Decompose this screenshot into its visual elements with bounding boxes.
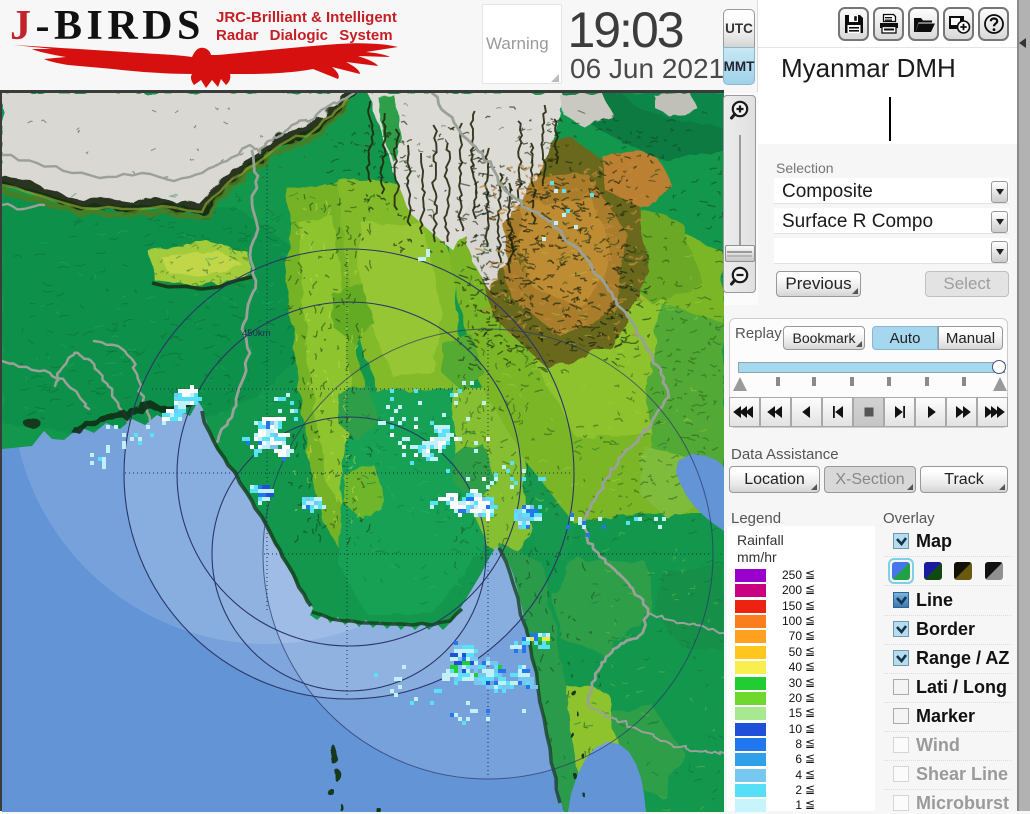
svg-text:450km: 450km xyxy=(242,328,271,339)
